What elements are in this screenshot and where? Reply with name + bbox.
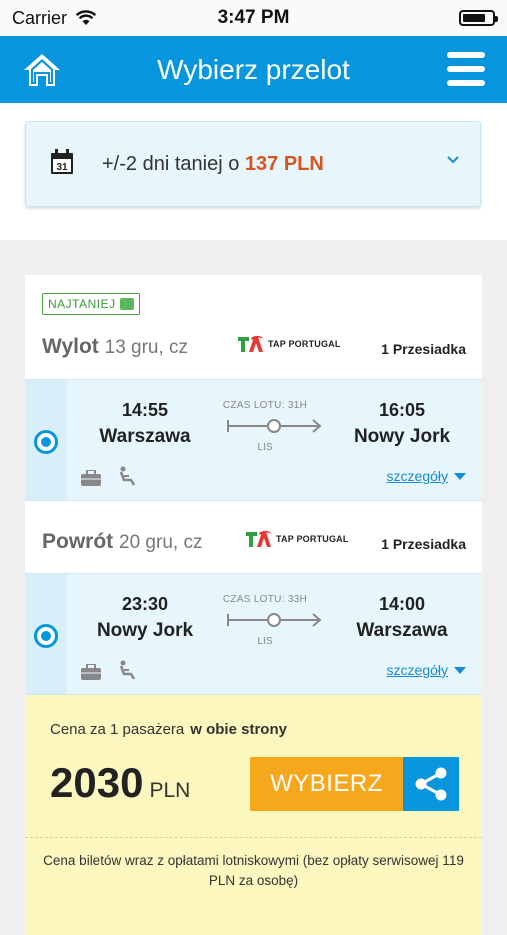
outbound-depart-city: Warszawa [99,426,191,447]
date-panel: 31 +/-2 dni taniej o 137 PLN [0,103,507,240]
tap-logo-icon [238,335,264,352]
calendar-icon: 31 [51,149,73,174]
return-depart-city: Nowy Jork [96,620,194,641]
share-icon[interactable] [412,765,450,803]
return-direction-label: Powrót [42,530,114,553]
route-arrow-icon [227,419,322,433]
flexible-dates-banner[interactable]: 31 +/-2 dni taniej o 137 PLN [25,121,481,207]
chevron-down-icon[interactable] [446,155,460,165]
select-flight-button[interactable]: WYBIERZ [250,757,403,811]
airline-logo: TAP PORTUGAL [245,528,349,550]
return-stops: 1 Przesiadka [381,536,466,552]
baggage-icon [81,470,101,486]
price-label: Cena za 1 pasażera w obie strony [50,721,287,738]
airline-name: TAP PORTUGAL [276,534,349,544]
price-label-text: Cena za 1 pasażera [50,721,185,738]
seat-icon [119,660,136,680]
page-title: Wybierz przelot [157,53,350,85]
calendar-day: 31 [56,162,68,173]
return-date: 20 gru, cz [119,532,203,553]
return-direction: Powrót 20 gru, cz [42,530,202,554]
outbound-header: Wylot 13 gru, cz TAP PORTUGAL 1 Przesiad… [25,323,482,379]
cheapest-badge: NAJTANIEJ [42,293,140,315]
app-header: Wybierz przelot [0,36,507,103]
return-arrive-city: Warszawa [356,620,448,641]
return-details-label[interactable]: szczegóły [387,662,448,678]
price-value: 2030 [50,759,144,806]
caret-down-icon[interactable] [454,666,466,674]
return-arrive-time: 14:00 [378,594,426,614]
outbound-duration: CZAS LOTU: 31H [222,400,308,411]
outbound-depart-time: 14:55 [121,400,169,420]
outbound-arrive-city: Nowy Jork [353,426,451,447]
status-left: Carrier [12,8,97,29]
hamburger-menu-icon[interactable] [447,52,485,86]
money-icon [119,298,134,310]
baggage-icon [81,664,101,680]
flexible-dates-text: +/-2 dni taniej o 137 PLN [102,153,324,176]
outbound-date: 13 gru, cz [104,337,189,358]
return-via: LIS [257,636,273,647]
outbound-direction: Wylot 13 gru, cz [42,335,188,359]
return-radio-column [25,574,67,694]
carrier-label: Carrier [12,7,68,28]
cheapest-badge-label: NAJTANIEJ [48,297,116,311]
airline-name: TAP PORTUGAL [268,339,341,349]
home-icon[interactable] [22,50,62,90]
outbound-arrive-time: 16:05 [378,400,426,420]
outbound-details-link[interactable]: szczegóły [387,468,466,484]
price-currency: PLN [149,779,191,802]
price-label-bold: w obie strony [190,721,287,738]
return-depart-time: 23:30 [121,594,169,614]
flight-offer-card: NAJTANIEJ Wylot 13 gru, cz TAP PORTUGAL … [25,275,482,935]
return-details-link[interactable]: szczegóły [387,662,466,678]
return-header: Powrót 20 gru, cz TAP PORTUGAL 1 Przesia… [25,518,482,574]
share-button[interactable] [403,757,459,811]
price-divider [25,837,482,838]
battery-icon [459,10,498,26]
price-section: Cena za 1 pasażera w obie strony 2030 PLN … [25,695,482,935]
outbound-radio-column [25,380,67,500]
outbound-stops: 1 Przesiadka [381,341,466,357]
caret-down-icon[interactable] [454,472,466,480]
tap-logo-icon [246,530,272,547]
outbound-details-label[interactable]: szczegóły [387,468,448,484]
airline-logo: TAP PORTUGAL [237,333,341,355]
return-duration: CZAS LOTU: 33H [222,594,308,605]
wifi-icon [75,10,97,25]
route-arrow-icon [227,613,322,627]
seat-icon [119,466,136,486]
return-flight-row[interactable]: 23:30 Nowy Jork CZAS LOTU: 33H LIS 14:00… [25,573,482,695]
outbound-radio-selected[interactable] [34,430,58,454]
outbound-direction-label: Wylot [42,335,99,358]
fee-note: Cena biletów wraz z opłatami lotniskowym… [43,853,464,888]
price-amount: 2030 PLN [50,759,190,807]
status-bar: Carrier 3:47 PM [0,0,507,36]
outbound-via: LIS [257,442,273,453]
flexible-dates-label: +/-2 dni taniej o [102,153,240,175]
savings-amount: 137 PLN [244,153,324,175]
return-radio-selected[interactable] [34,624,58,648]
outbound-flight-row[interactable]: 14:55 Warszawa CZAS LOTU: 31H LIS 16:05 … [25,379,482,501]
